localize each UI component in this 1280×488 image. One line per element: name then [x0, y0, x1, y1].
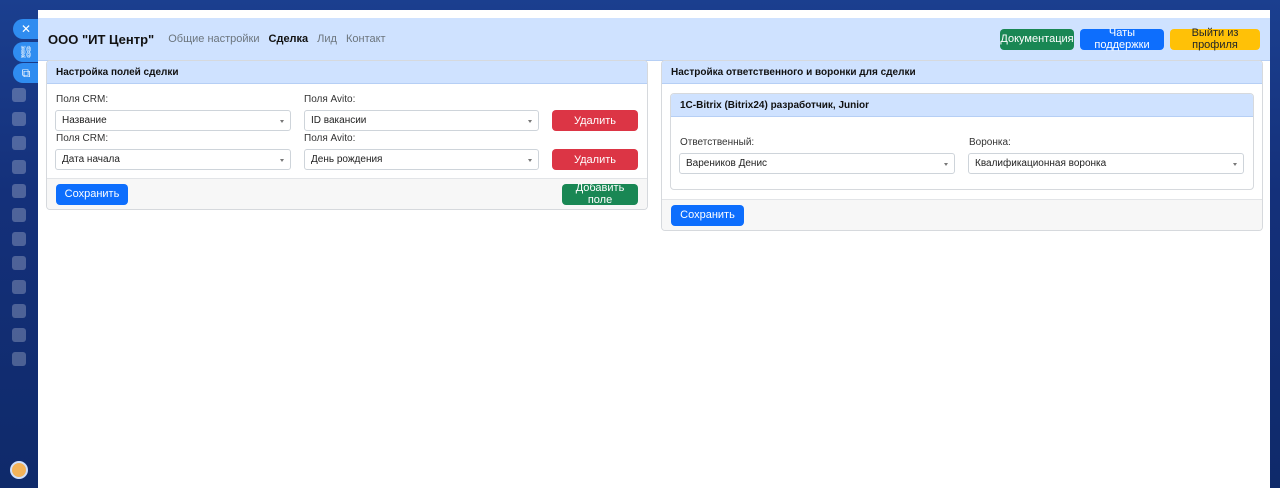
delete-field-button[interactable]: Удалить [552, 110, 638, 131]
deal-fields-card: Настройка полей сделки Поля CRM: Поля Av… [46, 60, 648, 210]
card-title: Настройка полей сделки [47, 61, 647, 84]
company-name: ООО "ИТ Центр" [48, 31, 155, 47]
portal-sidebar: ✕ ⛓ ⧉ [0, 0, 39, 488]
menu-icon [12, 232, 26, 246]
menu-icon [12, 136, 26, 150]
crm-field-value: Название [62, 115, 107, 126]
chevron-down-icon [528, 120, 532, 123]
crm-field-select[interactable]: Дата начала [55, 149, 291, 170]
copy-link-button[interactable]: ⛓ [13, 42, 39, 62]
close-slider-button[interactable]: ✕ [13, 19, 39, 39]
card-title: Настройка ответственного и воронки для с… [662, 61, 1262, 84]
menu-icon [12, 160, 26, 174]
support-chats-button[interactable]: Чаты поддержки [1080, 27, 1164, 51]
avito-field-label: Поля Avito: [304, 94, 356, 105]
nav-link-contact[interactable]: Контакт [346, 33, 386, 45]
avito-field-select[interactable]: День рождения [304, 149, 539, 170]
avito-field-select[interactable]: ID вакансии [304, 110, 539, 131]
menu-icon [12, 280, 26, 294]
responsible-funnel-card: Настройка ответственного и воронки для с… [661, 60, 1263, 231]
menu-icon [12, 184, 26, 198]
nav-link-lead[interactable]: Лид [317, 33, 337, 45]
crm-field-label: Поля CRM: [56, 94, 109, 105]
avito-field-value: ID вакансии [311, 115, 367, 126]
menu-icon [12, 112, 26, 126]
close-icon: ✕ [20, 22, 32, 36]
menu-icon [12, 208, 26, 222]
card-footer: Сохранить Добавить поле [47, 178, 647, 209]
crm-field-value: Дата начала [62, 154, 120, 165]
vacancy-card: 1С-Bitrix (Bitrix24) разработчик, Junior… [670, 93, 1254, 190]
menu-icon [12, 328, 26, 342]
chevron-down-icon [528, 159, 532, 162]
nav-link-general[interactable]: Общие настройки [168, 33, 259, 45]
nav-link-deal[interactable]: Сделка [269, 33, 309, 45]
avito-field-label: Поля Avito: [304, 133, 356, 144]
funnel-label: Воронка: [969, 137, 1011, 148]
crm-field-select[interactable]: Название [55, 110, 291, 131]
app-slider: ООО "ИТ Центр" Общие настройки Сделка Ли… [38, 10, 1270, 488]
responsible-select[interactable]: Вареников Денис [679, 153, 955, 174]
chevron-down-icon [1233, 163, 1237, 166]
save-button[interactable]: Сохранить [671, 204, 744, 226]
documentation-button[interactable]: Документация [1000, 28, 1074, 50]
delete-field-button[interactable]: Удалить [552, 149, 638, 170]
menu-icon [12, 352, 26, 366]
avatar[interactable] [10, 461, 28, 479]
crm-field-label: Поля CRM: [56, 133, 109, 144]
menu-icon [12, 304, 26, 318]
avito-field-value: День рождения [311, 154, 383, 165]
responsible-value: Вареников Денис [686, 158, 768, 169]
open-new-window-button[interactable]: ⧉ [13, 63, 39, 83]
external-link-icon: ⧉ [21, 65, 31, 80]
responsible-label: Ответственный: [680, 137, 755, 148]
chevron-down-icon [280, 159, 284, 162]
top-navbar: ООО "ИТ Центр" Общие настройки Сделка Ли… [38, 18, 1270, 61]
menu-icon [12, 88, 26, 102]
menu-icon [12, 256, 26, 270]
vacancy-title: 1С-Bitrix (Bitrix24) разработчик, Junior [671, 94, 1253, 117]
funnel-select[interactable]: Квалификационная воронка [968, 153, 1244, 174]
card-footer: Сохранить [662, 199, 1262, 230]
logout-button[interactable]: Выйти из профиля [1170, 27, 1260, 51]
add-field-button[interactable]: Добавить поле [562, 182, 638, 206]
chevron-down-icon [280, 120, 284, 123]
save-button[interactable]: Сохранить [56, 183, 128, 205]
link-icon: ⛓ [18, 45, 34, 59]
funnel-value: Квалификационная воронка [975, 158, 1107, 169]
chevron-down-icon [944, 163, 948, 166]
